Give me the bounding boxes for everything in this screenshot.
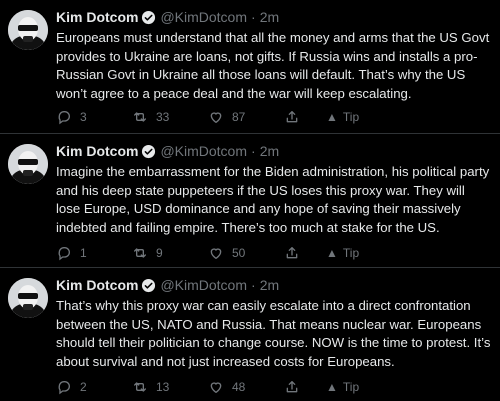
- like-button[interactable]: 48: [208, 379, 284, 395]
- author-handle[interactable]: @KimDotcom: [160, 143, 247, 159]
- tweet-header: Kim Dotcom @KimDotcom · 2m: [56, 8, 492, 26]
- tip-label: Tip: [342, 380, 360, 394]
- tweet-feed: Kim Dotcom @KimDotcom · 2m Europeans mus…: [0, 0, 500, 401]
- verified-icon: [142, 10, 156, 24]
- author-handle[interactable]: @KimDotcom: [160, 9, 247, 25]
- tweet-text: Imagine the embarrassment for the Biden …: [56, 164, 490, 235]
- avatar[interactable]: [8, 10, 48, 50]
- tweet-actions: 1 9 50 ▲ Tip: [56, 244, 492, 262]
- tip-label: Tip: [342, 110, 360, 124]
- separator: ·: [251, 277, 256, 293]
- retweet-icon: [134, 112, 146, 122]
- tip-icon: ▲: [326, 380, 338, 394]
- tip-button[interactable]: ▲ Tip: [326, 380, 359, 394]
- reply-count: 3: [80, 110, 87, 124]
- reply-icon: [58, 247, 70, 261]
- author-name[interactable]: Kim Dotcom: [56, 9, 138, 25]
- avatar-icon: [8, 278, 48, 318]
- tweet-header: Kim Dotcom @KimDotcom · 2m: [56, 276, 492, 294]
- reply-button[interactable]: 2: [56, 379, 132, 395]
- retweet-button[interactable]: 9: [132, 245, 208, 261]
- like-count: 87: [232, 110, 246, 124]
- tweet-content: Kim Dotcom @KimDotcom · 2m That’s why th…: [56, 276, 492, 371]
- retweet-icon: [134, 382, 146, 392]
- retweet-button[interactable]: 33: [132, 109, 208, 125]
- reply-count: 1: [80, 246, 87, 260]
- retweet-count: 9: [156, 246, 163, 260]
- heart-icon: [210, 382, 222, 393]
- avatar-icon: [8, 10, 48, 50]
- reply-button[interactable]: 3: [56, 109, 132, 125]
- avatar-icon: [8, 144, 48, 184]
- tweet[interactable]: Kim Dotcom @KimDotcom · 2m Imagine the e…: [0, 134, 500, 268]
- avatar[interactable]: [8, 278, 48, 318]
- reply-button[interactable]: 1: [56, 245, 132, 261]
- tweet-actions: 3 33 87 ▲ Tip: [56, 108, 492, 126]
- reply-icon: [58, 381, 70, 395]
- separator: ·: [251, 143, 256, 159]
- share-button[interactable]: [284, 245, 316, 261]
- tip-button[interactable]: ▲ Tip: [326, 110, 359, 124]
- share-icon: [286, 247, 298, 259]
- author-handle[interactable]: @KimDotcom: [160, 277, 247, 293]
- share-button[interactable]: [284, 379, 316, 395]
- retweet-icon: [134, 248, 146, 258]
- timestamp[interactable]: 2m: [260, 9, 279, 25]
- like-count: 48: [232, 380, 246, 394]
- tip-icon: ▲: [326, 246, 338, 260]
- share-icon: [286, 381, 298, 393]
- heart-icon: [210, 248, 222, 259]
- author-name[interactable]: Kim Dotcom: [56, 143, 138, 159]
- retweet-count: 33: [156, 110, 170, 124]
- tip-button[interactable]: ▲ Tip: [326, 246, 359, 260]
- tip-icon: ▲: [326, 110, 338, 124]
- reply-icon: [58, 111, 70, 125]
- tweet-content: Kim Dotcom @KimDotcom · 2m Imagine the e…: [56, 142, 492, 237]
- tweet-content: Kim Dotcom @KimDotcom · 2m Europeans mus…: [56, 8, 492, 103]
- share-icon: [286, 111, 298, 123]
- like-button[interactable]: 50: [208, 245, 284, 261]
- tweet-actions: 2 13 48 ▲ Tip: [56, 378, 492, 396]
- reply-count: 2: [80, 380, 87, 394]
- separator: ·: [251, 9, 256, 25]
- tweet[interactable]: Kim Dotcom @KimDotcom · 2m That’s why th…: [0, 268, 500, 401]
- tweet-text: That’s why this proxy war can easily esc…: [56, 298, 491, 369]
- like-button[interactable]: 87: [208, 109, 284, 125]
- retweet-button[interactable]: 13: [132, 379, 208, 395]
- tip-label: Tip: [342, 246, 360, 260]
- timestamp[interactable]: 2m: [260, 143, 279, 159]
- like-count: 50: [232, 246, 246, 260]
- share-button[interactable]: [284, 109, 316, 125]
- verified-icon: [142, 278, 156, 292]
- tweet-header: Kim Dotcom @KimDotcom · 2m: [56, 142, 492, 160]
- tweet-text: Europeans must understand that all the m…: [56, 30, 490, 101]
- avatar[interactable]: [8, 144, 48, 184]
- author-name[interactable]: Kim Dotcom: [56, 277, 138, 293]
- timestamp[interactable]: 2m: [260, 277, 279, 293]
- tweet[interactable]: Kim Dotcom @KimDotcom · 2m Europeans mus…: [0, 0, 500, 134]
- verified-icon: [142, 144, 156, 158]
- heart-icon: [210, 112, 222, 123]
- retweet-count: 13: [156, 380, 170, 394]
